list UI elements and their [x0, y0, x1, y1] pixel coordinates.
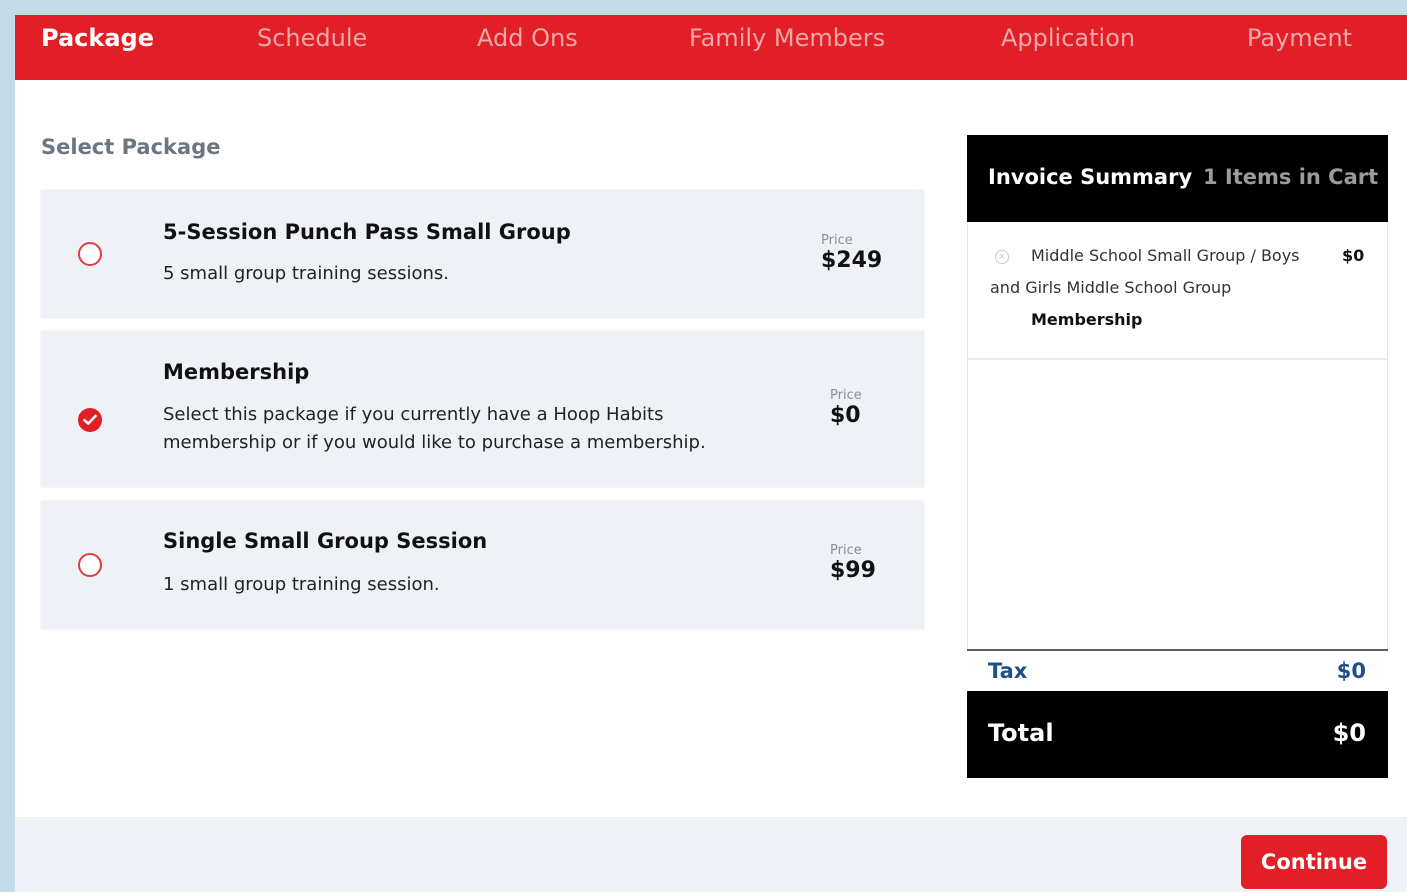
tab-package[interactable]: Package — [41, 15, 154, 80]
section-title: Select Package — [41, 135, 221, 159]
package-description: 1 small group training session. — [163, 574, 440, 595]
tab-application[interactable]: Application — [1001, 15, 1135, 80]
package-description: 5 small group training sessions. — [163, 263, 450, 284]
price-label: Price — [821, 233, 853, 248]
price-label: Price — [830, 388, 862, 403]
invoice-divider — [967, 649, 1388, 651]
invoice-item-line2: and Girls Middle School Group — [990, 278, 1232, 297]
invoice-header: Invoice Summary 1 Items in Cart — [967, 135, 1388, 222]
tax-value: $0 — [1336, 659, 1366, 683]
check-icon — [83, 414, 97, 425]
tab-family-members[interactable]: Family Members — [689, 15, 885, 80]
footer-bar: Continue — [15, 817, 1407, 892]
package-radio[interactable] — [78, 242, 102, 266]
invoice-item-price: $0 — [1342, 246, 1365, 265]
tab-schedule[interactable]: Schedule — [257, 15, 367, 80]
price-label: Price — [830, 543, 862, 558]
invoice-summary: Invoice Summary 1 Items in Cart × Middle… — [967, 135, 1388, 778]
package-card-membership[interactable]: Membership Select this package if you cu… — [41, 331, 924, 487]
close-circle-icon[interactable]: × — [995, 250, 1009, 264]
package-card-punch-pass[interactable]: 5-Session Punch Pass Small Group 5 small… — [41, 190, 924, 318]
cart-count: 1 Items in Cart — [1203, 165, 1379, 189]
tab-add-ons[interactable]: Add Ons — [477, 15, 578, 80]
package-radio[interactable] — [78, 553, 102, 577]
invoice-item: × Middle School Small Group / Boys and G… — [968, 222, 1387, 360]
page: Package Schedule Add Ons Family Members … — [15, 15, 1407, 892]
price-value: $0 — [830, 403, 861, 428]
continue-button[interactable]: Continue — [1241, 835, 1387, 889]
total-value: $0 — [1332, 719, 1366, 747]
package-name: 5-Session Punch Pass Small Group — [163, 220, 571, 244]
top-nav: Package Schedule Add Ons Family Members … — [15, 15, 1407, 80]
price-value: $99 — [830, 558, 876, 583]
invoice-body: × Middle School Small Group / Boys and G… — [967, 222, 1388, 650]
price-value: $249 — [821, 248, 883, 273]
tax-label: Tax — [988, 659, 1028, 683]
package-description: Select this package if you currently hav… — [163, 404, 706, 453]
package-radio-checked[interactable] — [78, 408, 102, 432]
total-label: Total — [988, 719, 1054, 747]
invoice-title: Invoice Summary — [988, 165, 1193, 189]
invoice-item-type: Membership — [1031, 310, 1143, 329]
package-card-single-session[interactable]: Single Small Group Session 1 small group… — [41, 501, 924, 629]
total-bar: Total $0 — [967, 691, 1388, 778]
package-name: Single Small Group Session — [163, 529, 488, 553]
tab-payment[interactable]: Payment — [1247, 15, 1352, 80]
package-name: Membership — [163, 360, 310, 384]
invoice-item-line1: Middle School Small Group / Boys — [1031, 246, 1300, 265]
